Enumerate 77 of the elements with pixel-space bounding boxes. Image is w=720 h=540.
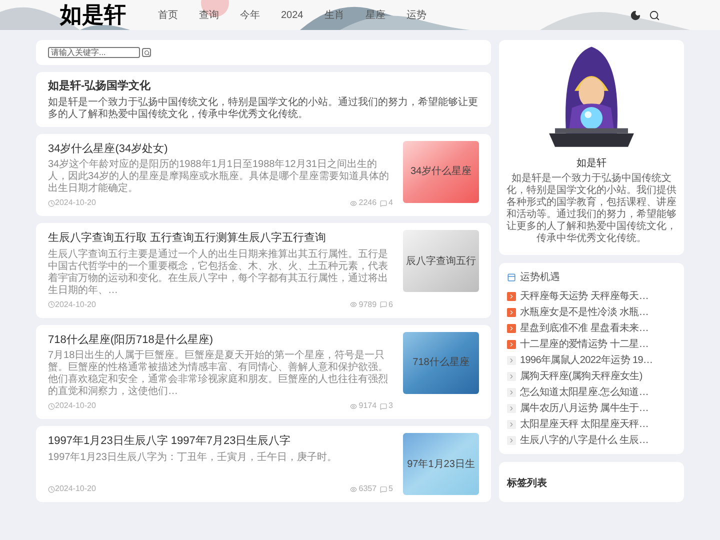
thumbnail-label: 97年1月23日生 [407, 458, 475, 472]
search-field[interactable]: 请输入关键字... [48, 47, 140, 58]
list-item-text: 天秤座每天运势 天秤座每天… [520, 290, 649, 303]
clock-icon [48, 301, 55, 308]
eye-icon [350, 402, 357, 410]
list-item[interactable]: 属牛农历八月运势 属牛生于… [507, 402, 676, 415]
comment-count: 4 [388, 197, 393, 209]
intro-text: 如是轩是一个致力于弘扬中国传统文化，特别是国学文化的小站。通过我们的努力，希望能够让更多的人了解和热爱中国传统文化，传承中华优秀文化传统。 [48, 96, 479, 120]
thumbnail[interactable]: 97年1月23日生 [403, 433, 479, 495]
site-logo[interactable]: 如是轩 [60, 4, 126, 26]
profile-name: 如是轩 [576, 157, 608, 171]
comment-icon [380, 486, 387, 492]
nav-link[interactable]: 首页 [158, 8, 178, 22]
profile-text: 如是轩是一个致力于弘扬中国传统文化，特别是国学文化的小站。我们提供各种形式的国学教育，包括课程、讲座和活动等。通过我们的努力，希望能够让更多的人了解和热爱中国传统文化，传承中华优秀文化传统。 [506, 173, 678, 245]
article-excerpt: 34岁这个年龄对应的是阳历的1988年1月1日至1988年12月31日之间出生的人，因此34岁的人的星座是摩羯座或水瓶座。具体是哪个星座需要知道具体的出生日期才能确定。 [48, 159, 390, 195]
card-heading: 标签列表 [507, 478, 547, 489]
list-item-text: 水瓶座女是不是性冷淡 水瓶… [520, 306, 649, 319]
view-count: 2246 [358, 197, 377, 209]
search-button[interactable] [142, 48, 151, 57]
article-title[interactable]: 生辰八字查询五行取 五行查询五行测算生辰八字五行查询 [48, 230, 393, 246]
nav-link[interactable]: 2024 [281, 8, 304, 22]
post-date: 2024-10-20 [55, 400, 96, 412]
comment-icon [380, 200, 387, 206]
view-count: 9789 [358, 298, 377, 310]
panel-icon [507, 273, 516, 282]
article-excerpt: 1997年1月23日生辰八字为：丁丑年，壬寅月，壬午日，庚子时。 [48, 452, 338, 464]
article-title[interactable]: 718什么星座(阳历718是什么星座) [48, 332, 393, 348]
thumbnail[interactable]: 34岁什么星座 [403, 140, 479, 202]
clock-icon [48, 402, 55, 410]
comment-count: 6 [388, 298, 393, 310]
article-excerpt: 生辰八字查询五行主要是通过一个人的出生日期来推算出其五行属性。五行是中国古代哲学中的一个重要概念，它包括金、木、水、火、土五种元素，代表着宇宙万物的运动和变化。在生辰八字中，每个字都有其五行属性，通过将出生日期的年、… [48, 248, 389, 296]
thumbnail-label: 辰八字查询五行 [406, 254, 476, 268]
list-item-text: 属牛农历八月运势 属牛生于… [520, 402, 649, 415]
list-item-text: 1996年属鼠人2022年运势 19… [520, 354, 653, 367]
post-date: 2024-10-20 [55, 197, 96, 209]
intro-title: 如是轩-弘扬国学文化 [48, 78, 152, 94]
list-item[interactable]: 太阳星座天秤 太阳星座天秤… [507, 418, 676, 431]
thumbnail-label: 34岁什么星座 [410, 164, 472, 179]
thumbnail-label: 718什么星座 [412, 356, 470, 370]
list-item[interactable]: 怎么知道太阳星座.怎么知道… [507, 386, 676, 399]
card-heading: 运势机遇 [520, 270, 560, 285]
list-item-text: 生辰八字的八字是什么 生辰… [520, 434, 649, 447]
comment-count: 3 [388, 400, 393, 412]
list-item[interactable]: 生辰八字的八字是什么 生辰… [507, 434, 676, 447]
post-date: 2024-10-20 [55, 298, 96, 310]
nav-link[interactable]: 查询 [199, 8, 219, 22]
list-item[interactable]: 星盘到底准不准 星盘看未来… [507, 322, 676, 335]
list-item-text: 十二星座的爱情运势 十二星… [520, 338, 649, 351]
clock-icon [48, 486, 55, 492]
article-title[interactable]: 1997年1月23日生辰八字 1997年7月23日生辰八字 [48, 433, 393, 450]
eye-icon [350, 200, 357, 206]
nav-link[interactable]: 今年 [240, 8, 260, 22]
list-item[interactable]: 十二星座的爱情运势 十二星… [507, 338, 676, 351]
list-item-text: 属狗天秤座(属狗天秤座女生) [520, 370, 642, 383]
thumbnail[interactable]: 辰八字查询五行 [403, 230, 479, 292]
comment-count: 5 [388, 483, 393, 495]
nav-link[interactable]: 运势 [406, 8, 426, 22]
comment-icon [380, 301, 387, 308]
dark-mode-icon[interactable] [630, 10, 641, 20]
list-item[interactable]: 属狗天秤座(属狗天秤座女生) [507, 370, 676, 383]
list-item-text: 怎么知道太阳星座.怎么知道… [520, 386, 649, 399]
view-count: 9174 [358, 400, 377, 412]
list-item[interactable]: 水瓶座女是不是性冷淡 水瓶… [507, 306, 676, 319]
list-item[interactable]: 1996年属鼠人2022年运势 19… [507, 354, 676, 367]
list-item-text: 星盘到底准不准 星盘看未来… [520, 322, 649, 335]
eye-icon [350, 301, 357, 308]
search-icon [144, 50, 150, 56]
list-item-text: 太阳星座天秤 太阳星座天秤… [520, 418, 649, 431]
view-count: 6357 [358, 483, 377, 495]
comment-icon [380, 402, 387, 410]
search-icon[interactable] [649, 10, 660, 20]
post-date: 2024-10-20 [55, 483, 96, 495]
eye-icon [350, 486, 357, 492]
article-title[interactable]: 34岁什么星座(34岁处女) [48, 140, 393, 157]
list-item[interactable]: 天秤座每天运势 天秤座每天… [507, 290, 676, 303]
clock-icon [48, 200, 55, 206]
article-excerpt: 7月18日出生的人属于巨蟹座。巨蟹座是夏天开始的第一个星座，符号是一只蟹。巨蟹座的性格通常被描述为情感丰富、有同情心、善解人意和保护欲强。他们喜欢稳定和安全，通常会非常珍视家庭和朋友。巨蟹座的人也往往有强烈的直觉和洞察力，这使他们… [48, 350, 389, 398]
